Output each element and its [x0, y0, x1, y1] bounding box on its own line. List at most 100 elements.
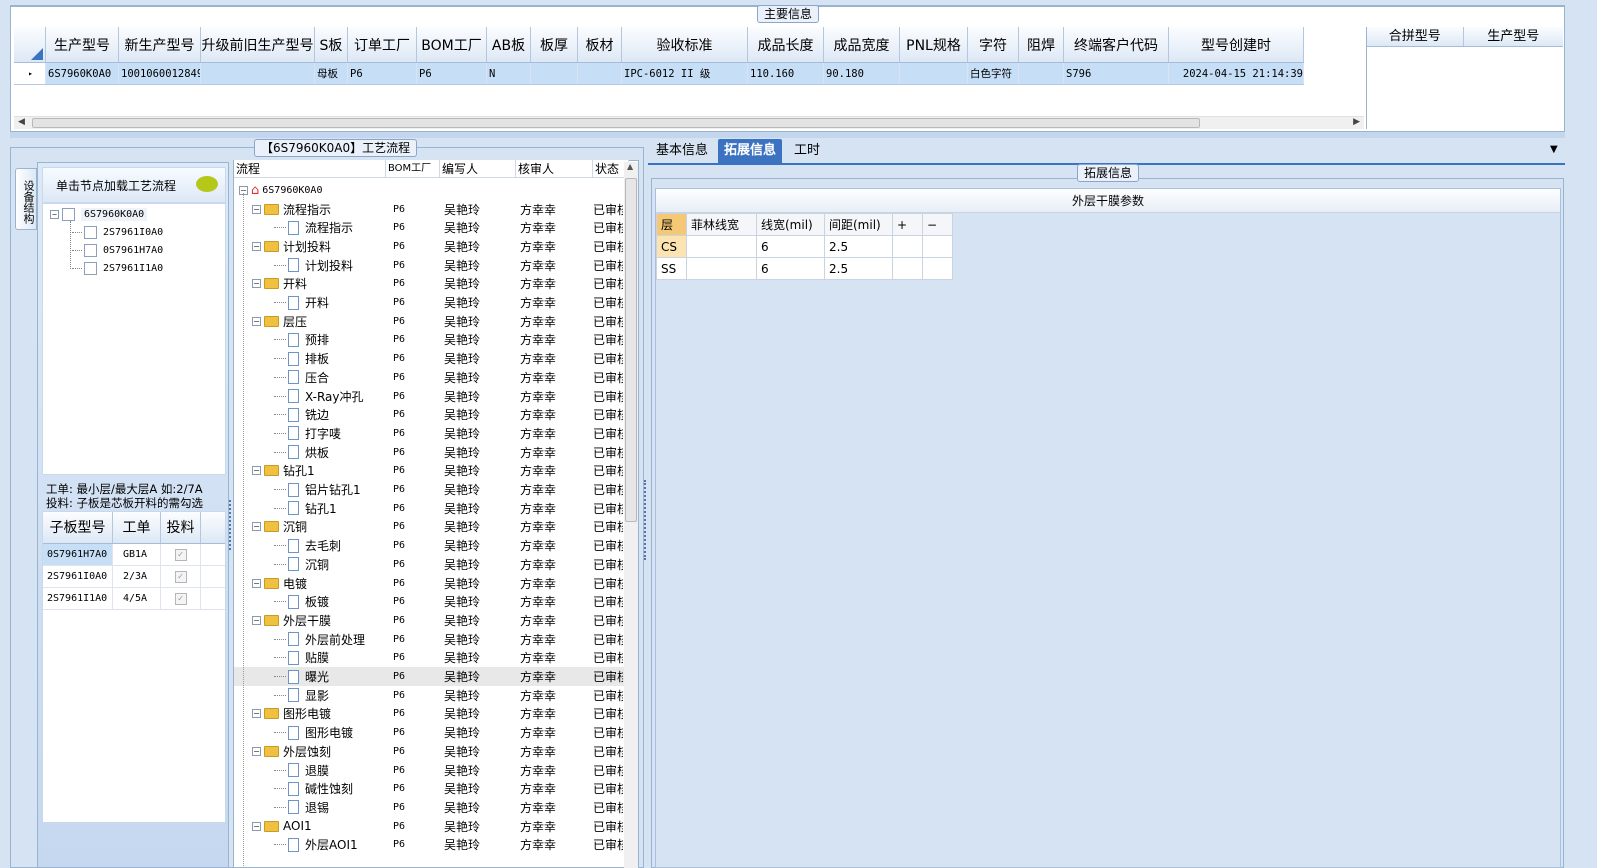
flow-vscrollbar[interactable]: ▲	[624, 162, 638, 868]
node-checkbox[interactable]	[84, 243, 97, 257]
main-col-header[interactable]: 升级前旧生产型号	[201, 27, 315, 62]
param-cell[interactable]	[892, 257, 923, 280]
flow-col-header[interactable]: 编写人	[440, 160, 516, 177]
collapse-icon[interactable]: −	[252, 821, 261, 831]
sub-board-row[interactable]: 0S7961H7A0 GB1A ✓	[43, 544, 225, 566]
flow-row[interactable]: − 流程指示 P6 吴艳玲 方幸幸 已审核	[234, 200, 624, 219]
flow-row[interactable]: − 外层蚀刻 P6 吴艳玲 方幸幸 已审核	[234, 742, 624, 761]
param-cell[interactable]: CS	[656, 235, 687, 258]
flow-row[interactable]: − 计划投料 P6 吴艳玲 方幸幸 已审核	[234, 237, 624, 256]
flow-row[interactable]: X-Ray冲孔 P6 吴艳玲 方幸幸 已审核	[234, 387, 624, 406]
flow-row[interactable]: 计划投料 P6 吴艳玲 方幸幸 已审核	[234, 256, 624, 275]
collapse-icon[interactable]: −	[252, 316, 261, 326]
horizontal-splitter[interactable]	[10, 132, 1565, 138]
node-checkbox[interactable]	[84, 261, 97, 275]
main-col-header[interactable]: AB板	[487, 27, 531, 62]
sub-board-row[interactable]: 2S7961I1A0 4/5A ✓	[43, 588, 225, 610]
collapse-icon[interactable]: −	[252, 746, 261, 756]
param-cell[interactable]	[686, 257, 757, 280]
main-col-header[interactable]: S板	[315, 27, 348, 62]
flow-row[interactable]: 退膜 P6 吴艳玲 方幸幸 已审核	[234, 761, 624, 780]
tree-child-node[interactable]: 2S7961I0A0	[72, 223, 163, 241]
flow-row[interactable]: − 钻孔1 P6 吴艳玲 方幸幸 已审核	[234, 462, 624, 481]
flow-row[interactable]: − 图形电镀 P6 吴艳玲 方幸幸 已审核	[234, 705, 624, 724]
sub-order-cell[interactable]: 4/5A	[113, 588, 161, 609]
flow-row[interactable]: 钻孔1 P6 吴艳玲 方幸幸 已审核	[234, 499, 624, 518]
feed-checkbox[interactable]: ✓	[174, 592, 187, 605]
collapse-icon[interactable]: −	[252, 709, 261, 719]
collapse-icon[interactable]: −	[252, 241, 261, 251]
sub-model-cell[interactable]: 2S7961I0A0	[43, 566, 113, 587]
param-col-header[interactable]: 线宽(mil)	[756, 213, 825, 236]
flow-row[interactable]: − 开料 P6 吴艳玲 方幸幸 已审核	[234, 275, 624, 294]
scroll-right-icon[interactable]: ▶	[1353, 117, 1360, 127]
flow-row[interactable]: 碱性蚀刻 P6 吴艳玲 方幸幸 已审核	[234, 779, 624, 798]
param-cell[interactable]: SS	[656, 257, 687, 280]
flow-row[interactable]: − 沉铜 P6 吴艳玲 方幸幸 已审核	[234, 518, 624, 537]
main-cell[interactable]: N	[487, 63, 531, 84]
main-col-header[interactable]: 型号创建时	[1169, 27, 1304, 62]
flow-row[interactable]: 图形电镀 P6 吴艳玲 方幸幸 已审核	[234, 723, 624, 742]
param-cell[interactable]: 6	[756, 235, 825, 258]
main-cell[interactable]	[578, 63, 622, 84]
flow-row[interactable]: − AOI1 P6 吴艳玲 方幸幸 已审核	[234, 817, 624, 836]
flow-row[interactable]: 铣边 P6 吴艳玲 方幸幸 已审核	[234, 405, 624, 424]
main-cell[interactable]	[900, 63, 968, 84]
tree-child-node[interactable]: 0S7961H7A0	[72, 241, 163, 259]
param-cell[interactable]: 6	[756, 257, 825, 280]
flow-row[interactable]: − 层压 P6 吴艳玲 方幸幸 已审核	[234, 312, 624, 331]
main-col-header[interactable]: 生产型号	[46, 27, 119, 62]
param-col-header[interactable]: 间距(mil)	[824, 213, 893, 236]
tree-child-node[interactable]: 2S7961I1A0	[72, 259, 163, 277]
main-col-header[interactable]: 成品宽度	[824, 27, 900, 62]
feed-checkbox[interactable]: ✓	[174, 548, 187, 561]
flow-row[interactable]: 沉铜 P6 吴艳玲 方幸幸 已审核	[234, 555, 624, 574]
side-tab-structure[interactable]: 设备结构	[15, 168, 37, 230]
main-col-header[interactable]: 验收标准	[622, 27, 748, 62]
vscroll-thumb[interactable]	[625, 178, 637, 522]
param-cell[interactable]: 2.5	[824, 257, 893, 280]
main-cell[interactable]: 90.180	[824, 63, 900, 84]
main-cell[interactable]: 10010600128496	[119, 63, 201, 84]
main-cell[interactable]: 6S7960K0A0	[46, 63, 119, 84]
flow-row[interactable]: − 电镀 P6 吴艳玲 方幸幸 已审核	[234, 574, 624, 593]
tab-extended-info[interactable]: 拓展信息	[718, 139, 783, 163]
scroll-thumb[interactable]	[32, 118, 1200, 128]
flow-row[interactable]: 退锡 P6 吴艳玲 方幸幸 已审核	[234, 798, 624, 817]
param-row[interactable]: CS 6 2.5	[656, 235, 953, 258]
flow-row[interactable]: 开料 P6 吴艳玲 方幸幸 已审核	[234, 293, 624, 312]
tab-basic-info[interactable]: 基本信息	[650, 139, 714, 163]
collapse-icon[interactable]: −	[252, 279, 261, 289]
main-col-header[interactable]: 板材	[578, 27, 622, 62]
param-col-header[interactable]: −	[922, 213, 953, 236]
main-col-header[interactable]: 订单工厂	[348, 27, 417, 62]
tree-root-node[interactable]: − 6S7960K0A0	[50, 205, 148, 223]
param-cell[interactable]	[892, 235, 923, 258]
feed-checkbox[interactable]: ✓	[174, 570, 187, 583]
grid-corner[interactable]	[14, 27, 46, 62]
flow-col-header[interactable]: BOM工厂	[386, 160, 440, 177]
param-cell[interactable]	[922, 235, 953, 258]
main-cell[interactable]: 白色字符	[968, 63, 1019, 84]
param-col-header[interactable]: 层	[656, 213, 687, 236]
main-cell[interactable]	[531, 63, 578, 84]
collapse-icon[interactable]: −	[50, 209, 59, 219]
flow-col-header[interactable]: 核审人	[516, 160, 593, 177]
main-cell[interactable]: 110.160	[748, 63, 824, 84]
main-col-header[interactable]: 板厚	[531, 27, 578, 62]
node-checkbox[interactable]	[62, 207, 75, 221]
tab-work-hours[interactable]: 工时	[788, 139, 826, 163]
flow-row[interactable]: 铝片钻孔1 P6 吴艳玲 方幸幸 已审核	[234, 480, 624, 499]
flow-row[interactable]: 贴膜 P6 吴艳玲 方幸幸 已审核	[234, 649, 624, 668]
main-col-header[interactable]: 终端客户代码	[1064, 27, 1169, 62]
param-row[interactable]: SS 6 2.5	[656, 257, 953, 280]
main-cell[interactable]: 母板	[315, 63, 348, 84]
scroll-up-icon[interactable]: ▲	[627, 162, 633, 171]
param-cell[interactable]	[686, 235, 757, 258]
flow-root-row[interactable]: − ⌂ 6S7960K0A0	[234, 181, 386, 200]
flow-row[interactable]: 板镀 P6 吴艳玲 方幸幸 已审核	[234, 592, 624, 611]
scroll-left-icon[interactable]: ◀	[18, 117, 25, 127]
flow-row[interactable]: 流程指示 P6 吴艳玲 方幸幸 已审核	[234, 218, 624, 237]
flow-row[interactable]: 外层前处理 P6 吴艳玲 方幸幸 已审核	[234, 630, 624, 649]
flow-row[interactable]: 排板 P6 吴艳玲 方幸幸 已审核	[234, 349, 624, 368]
